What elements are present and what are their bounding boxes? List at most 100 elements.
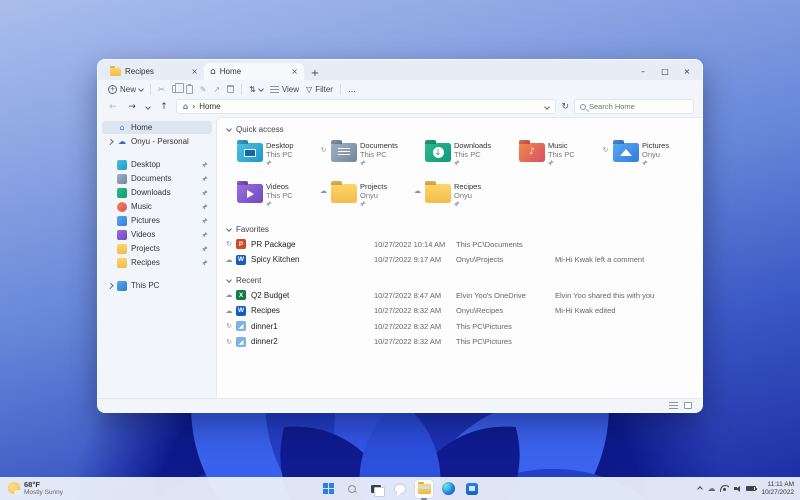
sun-icon — [8, 482, 22, 496]
chevron-down-icon[interactable] — [544, 103, 551, 110]
close-tab-icon[interactable]: × — [191, 67, 198, 76]
sidebar-item-music[interactable]: Music — [102, 200, 212, 213]
file-note: Elvin Yoo shared this with you — [555, 290, 655, 300]
minimize-button[interactable]: – — [632, 63, 654, 79]
icons-view-icon[interactable] — [684, 402, 692, 409]
weather-condition: Mostly Sunny — [24, 489, 64, 497]
chevron-right-icon[interactable] — [107, 282, 114, 289]
folder-icon — [331, 143, 357, 162]
up-icon[interactable]: ↑ — [157, 102, 171, 112]
tile-name: Downloads — [454, 141, 492, 150]
rename-icon[interactable]: ✎ — [200, 85, 207, 94]
file-explorer-button[interactable] — [415, 479, 433, 500]
tile-documents[interactable]: ↻ Documents This PC — [319, 138, 413, 174]
forward-icon[interactable]: → — [125, 102, 139, 112]
battery-icon[interactable] — [746, 486, 758, 491]
search-button[interactable] — [343, 480, 361, 498]
tray-overflow-icon[interactable] — [697, 485, 704, 492]
weather-temp: 68°F — [24, 479, 40, 489]
sync-status-icon: ↻ — [226, 337, 232, 346]
wifi-icon[interactable] — [720, 485, 730, 492]
tile-name: Videos — [266, 182, 289, 191]
pin-icon — [266, 160, 294, 166]
chat-button[interactable] — [391, 480, 409, 498]
sort-icon: ⇅ — [249, 84, 256, 94]
details-view-icon[interactable] — [669, 402, 678, 409]
edge-button[interactable] — [439, 480, 457, 498]
home-icon: ⌂ — [119, 123, 125, 132]
sidebar-item-videos[interactable]: Videos — [102, 228, 212, 241]
sync-status-icon: ☁ — [225, 306, 233, 315]
tile-projects[interactable]: ☁ Projects Onyu — [319, 179, 413, 215]
close-button[interactable]: × — [676, 63, 698, 79]
chevron-down-icon — [226, 277, 232, 283]
delete-icon[interactable] — [227, 85, 235, 93]
file-row-pr-package[interactable]: ↻ P PR Package 10/27/2022 10:14 AM This … — [221, 237, 694, 252]
chevron-right-icon[interactable] — [107, 138, 114, 145]
tile-name: Documents — [360, 141, 398, 150]
videos-icon — [117, 229, 127, 240]
section-recent[interactable]: Recent — [221, 274, 694, 286]
new-button[interactable]: + New — [108, 84, 144, 94]
clock[interactable]: 11:11 AM 10/27/2022 — [761, 481, 794, 496]
sidebar-item-onyu-personal[interactable]: ☁ Onyu - Personal — [102, 135, 212, 148]
onedrive-icon: ☁ — [118, 137, 126, 146]
filter-button[interactable]: ▽ Filter — [306, 85, 333, 94]
sidebar-item-label: Onyu - Personal — [131, 137, 189, 146]
divider — [241, 83, 243, 95]
file-row-recipes[interactable]: ☁ W Recipes 10/27/2022 8:32 AM Onyu\Reci… — [221, 304, 694, 319]
breadcrumb-location[interactable]: Home — [199, 102, 220, 111]
search-input[interactable] — [589, 102, 688, 111]
store-button[interactable] — [463, 480, 481, 498]
sidebar-item-home[interactable]: ⌂ Home — [102, 121, 212, 134]
speaker-icon[interactable] — [734, 485, 741, 492]
weather-widget[interactable]: 68°F Mostly Sunny — [8, 479, 64, 497]
file-location: Onyu\Projects — [456, 255, 504, 265]
tile-videos[interactable]: Videos This PC — [225, 179, 319, 215]
section-favorites[interactable]: Favorites — [221, 223, 694, 235]
maximize-button[interactable]: □ — [654, 63, 676, 79]
sidebar-item-projects[interactable]: Projects — [102, 242, 212, 255]
tile-music[interactable]: ♪ Music This PC — [507, 138, 601, 174]
tile-pictures[interactable]: ↻ Pictures Onyu — [601, 138, 695, 174]
tile-recipes[interactable]: ☁ Recipes Onyu — [413, 179, 507, 215]
sidebar-item-documents[interactable]: Documents — [102, 172, 212, 185]
share-icon[interactable]: ↗ — [213, 85, 220, 94]
file-row-spicy-kitchen[interactable]: ☁ W Spicy Kitchen 10/27/2022 9:17 AM Ony… — [221, 253, 694, 268]
sidebar-item-label: Pictures — [131, 216, 160, 225]
tile-downloads[interactable]: ↓ Downloads This PC — [413, 138, 507, 174]
paste-icon[interactable] — [185, 83, 193, 94]
cut-icon[interactable]: ✂ — [158, 85, 165, 94]
sidebar-item-recipes[interactable]: Recipes — [102, 256, 212, 269]
close-tab-icon[interactable]: × — [291, 67, 298, 76]
file-row-q2-budget[interactable]: ☁ X Q2 Budget 10/27/2022 8:47 AM Elvin Y… — [221, 288, 694, 303]
file-row-dinner2[interactable]: ↻ ◢ dinner2 10/27/2022 8:32 AM This PC\P… — [221, 335, 694, 350]
section-quick-access[interactable]: Quick access — [221, 123, 694, 135]
ppt-file-icon: P — [236, 239, 246, 250]
recent-locations-icon[interactable] — [145, 103, 151, 110]
breadcrumb[interactable]: ⌂ › Home — [176, 99, 557, 114]
view-button[interactable]: View — [269, 85, 299, 94]
sort-button[interactable]: ⇅ — [249, 84, 264, 94]
tile-location: This PC — [266, 150, 293, 160]
more-options-icon[interactable]: … — [348, 85, 356, 94]
start-button[interactable] — [319, 480, 337, 498]
task-view-button[interactable] — [367, 480, 385, 498]
new-tab-button[interactable]: + — [308, 66, 322, 80]
sidebar-item-desktop[interactable]: Desktop — [102, 158, 212, 171]
tab-recipes[interactable]: Recipes × — [104, 63, 204, 80]
status-bar — [98, 398, 702, 412]
sidebar-item-this-pc[interactable]: This PC — [102, 279, 212, 292]
file-name: dinner2 — [251, 337, 278, 347]
tab-home[interactable]: ⌂ Home × — [204, 63, 304, 80]
tile-desktop[interactable]: Desktop This PC — [225, 138, 319, 174]
refresh-icon[interactable]: ↻ — [561, 102, 569, 112]
back-icon[interactable]: ← — [106, 102, 120, 112]
sidebar-item-downloads[interactable]: Downloads — [102, 186, 212, 199]
search-box[interactable] — [574, 99, 694, 114]
section-title: Recent — [236, 275, 262, 285]
sidebar-item-pictures[interactable]: Pictures — [102, 214, 212, 227]
copy-icon[interactable] — [171, 83, 184, 93]
onedrive-icon[interactable]: ☁ — [707, 484, 715, 493]
file-row-dinner1[interactable]: ↻ ◢ dinner1 10/27/2022 8:32 AM This PC\P… — [221, 319, 694, 334]
